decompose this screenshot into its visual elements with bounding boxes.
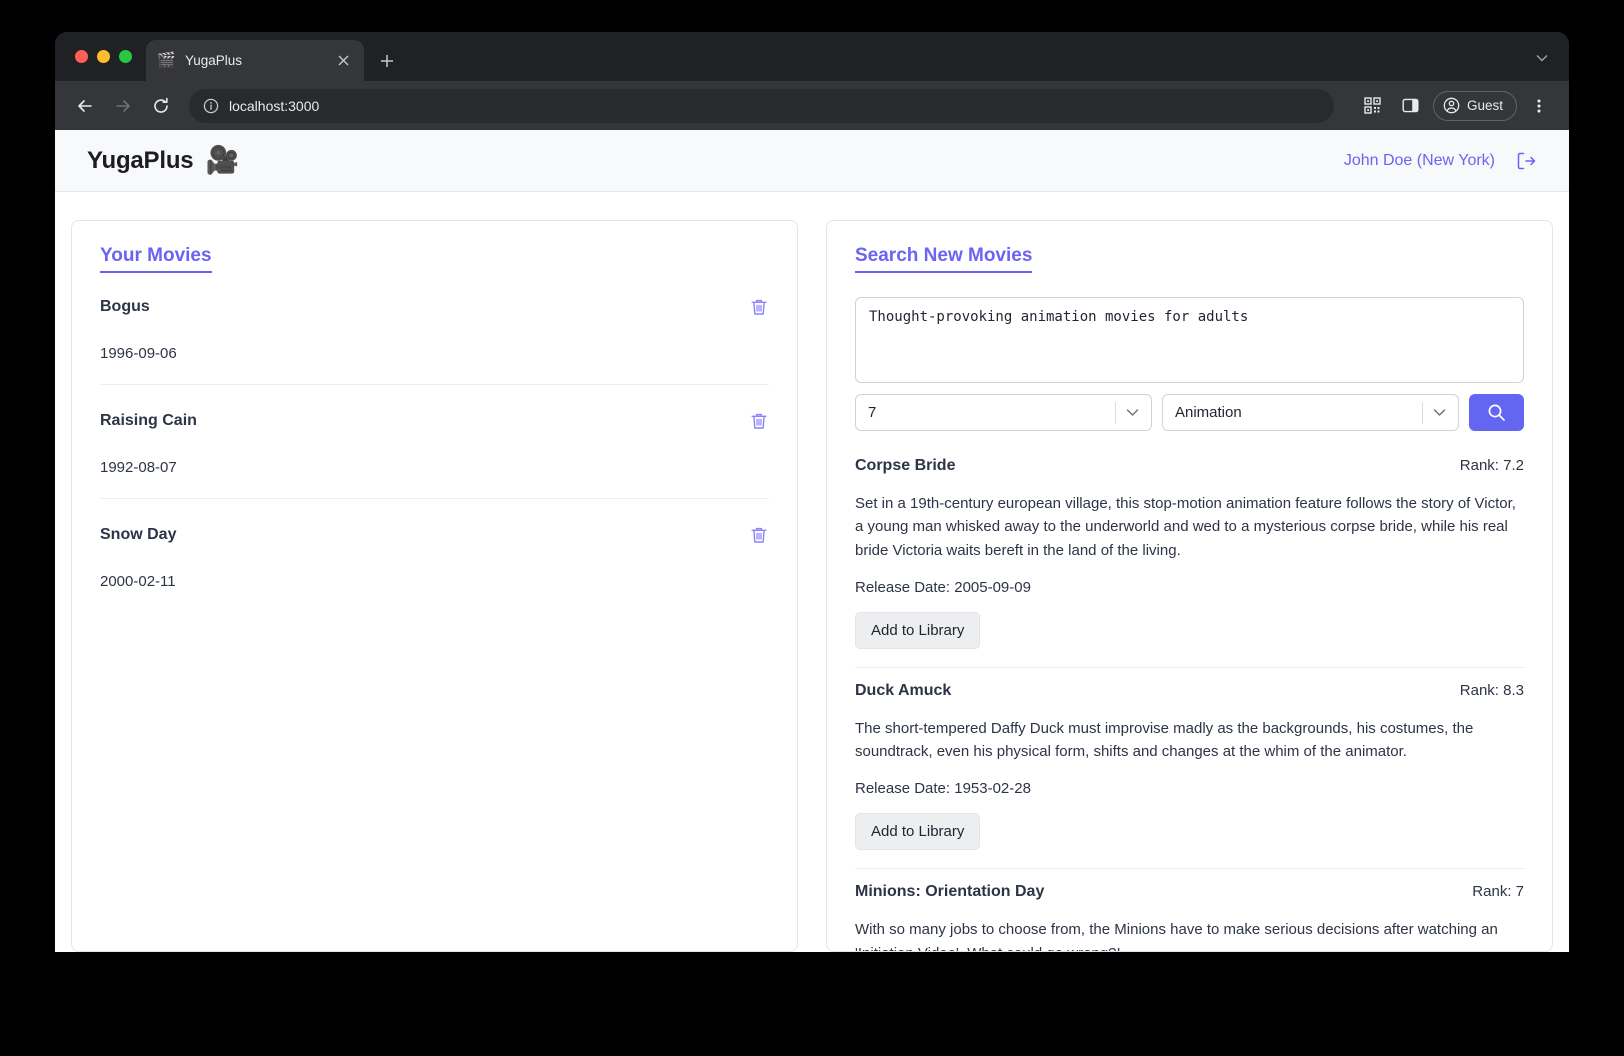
profile-label: Guest [1467, 98, 1503, 113]
maximize-window-button[interactable] [119, 50, 132, 63]
movie-release-date: 2000-02-11 [100, 573, 769, 590]
your-movies-title[interactable]: Your Movies [100, 245, 212, 273]
search-input[interactable] [855, 297, 1524, 383]
clapperboard-icon: 🎬 [158, 52, 175, 69]
search-button[interactable] [1469, 394, 1524, 431]
result-release-date: Release Date: 1953-02-28 [855, 780, 1524, 797]
new-tab-button[interactable] [372, 46, 402, 76]
result-rank: Rank: 7 [1472, 883, 1524, 900]
select-divider [1115, 402, 1116, 424]
back-arrow-icon[interactable] [69, 90, 101, 122]
result-title: Duck Amuck [855, 682, 951, 700]
close-tab-button[interactable] [334, 52, 352, 70]
avatar-icon [1443, 97, 1460, 114]
add-to-library-button[interactable]: Add to Library [855, 813, 980, 850]
search-controls-row: 7 Animation [855, 394, 1524, 431]
rank-select[interactable]: 7 [855, 394, 1152, 431]
search-result-item: Minions: Orientation Day Rank: 7 With so… [855, 869, 1524, 952]
add-to-library-button[interactable]: Add to Library [855, 612, 980, 649]
search-movies-panel: Search New Movies 7 Animation [826, 220, 1553, 952]
kebab-menu-icon[interactable] [1523, 90, 1555, 122]
result-rank: Rank: 7.2 [1460, 457, 1524, 474]
result-overview: With so many jobs to choose from, the Mi… [855, 918, 1524, 952]
side-panel-icon[interactable] [1395, 90, 1427, 122]
movie-camera-icon: 🎥 [205, 147, 239, 174]
list-item: Snow Day 2000-02-11 [100, 525, 769, 612]
result-title: Minions: Orientation Day [855, 883, 1044, 901]
result-title: Corpse Bride [855, 457, 955, 475]
header-right: John Doe (New York) [1344, 150, 1537, 172]
minimize-window-button[interactable] [97, 50, 110, 63]
chevron-down-icon[interactable] [1126, 408, 1139, 417]
main-columns: Your Movies Bogus [55, 192, 1569, 952]
search-form: 7 Animation [855, 297, 1524, 431]
your-movies-list: Bogus 1996-09-06 [100, 297, 769, 612]
tab-list-chevron-down-icon[interactable] [1529, 45, 1555, 71]
result-release-date: Release Date: 2005-09-09 [855, 579, 1524, 596]
category-select[interactable]: Animation [1162, 394, 1459, 431]
movie-title: Snow Day [100, 526, 176, 544]
search-result-item: Duck Amuck Rank: 8.3 The short-tempered … [855, 668, 1524, 870]
window-traffic-lights [69, 32, 146, 81]
search-icon [1487, 403, 1506, 422]
select-divider [1422, 402, 1423, 424]
search-result-item: Corpse Bride Rank: 7.2 Set in a 19th-cen… [855, 443, 1524, 668]
address-bar[interactable]: localhost:3000 [189, 89, 1334, 123]
qr-code-icon[interactable] [1357, 90, 1389, 122]
search-results-list: Corpse Bride Rank: 7.2 Set in a 19th-cen… [855, 443, 1524, 952]
list-item: Bogus 1996-09-06 [100, 297, 769, 385]
forward-arrow-icon[interactable] [107, 90, 139, 122]
movie-title: Raising Cain [100, 412, 197, 430]
page-content: YugaPlus 🎥 John Doe (New York) Your Movi… [55, 130, 1569, 952]
movie-release-date: 1996-09-06 [100, 345, 769, 362]
result-rank: Rank: 8.3 [1460, 682, 1524, 699]
close-window-button[interactable] [75, 50, 88, 63]
address-bar-url: localhost:3000 [229, 98, 319, 114]
trash-icon[interactable] [749, 525, 769, 545]
logout-icon[interactable] [1515, 150, 1537, 172]
browser-tab[interactable]: 🎬 YugaPlus [146, 40, 364, 81]
rank-select-value: 7 [868, 404, 1115, 421]
trash-icon[interactable] [749, 411, 769, 431]
trash-icon[interactable] [749, 297, 769, 317]
brand[interactable]: YugaPlus 🎥 [87, 147, 239, 175]
toolbar-right-controls: Guest [1357, 90, 1555, 122]
search-new-movies-title[interactable]: Search New Movies [855, 245, 1032, 273]
tab-strip: 🎬 YugaPlus [55, 32, 1569, 81]
chevron-down-icon[interactable] [1433, 408, 1446, 417]
movie-title: Bogus [100, 298, 150, 316]
result-overview: Set in a 19th-century european village, … [855, 492, 1524, 562]
category-select-value: Animation [1175, 404, 1422, 421]
list-item: Raising Cain 1992-08-07 [100, 411, 769, 499]
result-overview: The short-tempered Daffy Duck must impro… [855, 717, 1524, 764]
movie-release-date: 1992-08-07 [100, 459, 769, 476]
reload-icon[interactable] [145, 90, 177, 122]
app-header: YugaPlus 🎥 John Doe (New York) [55, 130, 1569, 192]
page-title: YugaPlus [87, 147, 193, 175]
your-movies-panel: Your Movies Bogus [71, 220, 798, 952]
profile-button[interactable]: Guest [1433, 91, 1517, 121]
user-name-link[interactable]: John Doe (New York) [1344, 152, 1495, 170]
tab-title: YugaPlus [185, 53, 324, 68]
browser-toolbar: localhost:3000 [55, 81, 1569, 130]
browser-window: 🎬 YugaPlus [55, 32, 1569, 952]
info-icon[interactable] [203, 98, 219, 114]
